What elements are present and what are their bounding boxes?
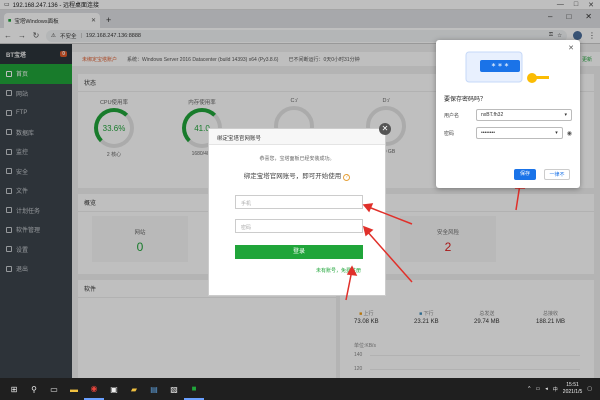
start-icon[interactable]: ⊞ <box>4 378 24 400</box>
save-password-button[interactable]: 保存 <box>514 169 536 180</box>
password-key-icon: * * * <box>465 51 549 83</box>
dropdown-icon: ▾ <box>564 112 567 118</box>
notification-icon[interactable]: ▢ <box>587 386 592 392</box>
username-field[interactable]: nxBT.fh32 ▾ <box>476 109 572 121</box>
username-label: 用户名 <box>444 112 460 119</box>
windows-taskbar: ⊞ ⚲ ▭ ▬ ◉ ▣ ▰ ▤ ▧ ■ ^ ▭ ◂ 中 15:51 2021/1… <box>0 378 600 400</box>
task-view-icon[interactable]: ▭ <box>44 378 64 400</box>
tray-chevron-icon[interactable]: ^ <box>528 386 530 392</box>
powershell-icon[interactable]: ▤ <box>144 378 164 400</box>
password-label: 密码 <box>444 130 455 137</box>
taskbar-clock[interactable]: 15:51 2021/1/5 <box>563 382 582 396</box>
popup-title: 要保存密码吗？ <box>444 97 487 103</box>
explorer-icon[interactable]: ▬ <box>64 378 84 400</box>
server-manager-icon[interactable]: ▣ <box>104 378 124 400</box>
username-value: nxBT.fh32 <box>481 112 504 118</box>
username-row: 用户名 nxBT.fh32 ▾ <box>436 109 580 121</box>
password-row: 密码 •••••••• ▾ ◉ <box>436 127 580 139</box>
arrow-to-phone <box>365 205 413 225</box>
svg-text:* * *: * * * <box>491 62 508 71</box>
chrome-icon[interactable]: ◉ <box>84 378 104 400</box>
bt-icon[interactable]: ■ <box>184 378 204 400</box>
password-value: •••••••• <box>481 130 496 136</box>
system-tray: ^ ▭ ◂ 中 15:51 2021/1/5 ▢ <box>528 382 600 396</box>
arrow-to-password <box>365 229 413 283</box>
network-icon[interactable]: ▭ <box>536 386 541 392</box>
clock-time: 15:51 <box>566 382 579 388</box>
popup-close-icon[interactable]: ✕ <box>568 44 574 52</box>
volume-icon[interactable]: ◂ <box>545 386 548 392</box>
password-field[interactable]: •••••••• ▾ <box>476 127 563 139</box>
dropdown-icon: ▾ <box>555 130 558 136</box>
tools-icon[interactable]: ▧ <box>164 378 184 400</box>
language-indicator[interactable]: 中 <box>553 386 558 393</box>
search-icon[interactable]: ⚲ <box>24 378 44 400</box>
never-save-button[interactable]: 一律不 <box>544 169 570 180</box>
eye-icon[interactable]: ◉ <box>567 130 572 137</box>
clock-date: 2021/1/5 <box>562 389 583 395</box>
folder-icon[interactable]: ▰ <box>124 378 144 400</box>
password-illustration: * * * ✕ <box>436 40 580 92</box>
save-password-popup: * * * ✕ 要保存密码吗？ 用户名 nxBT.fh32 ▾ 密码 ••••••… <box>436 40 580 188</box>
